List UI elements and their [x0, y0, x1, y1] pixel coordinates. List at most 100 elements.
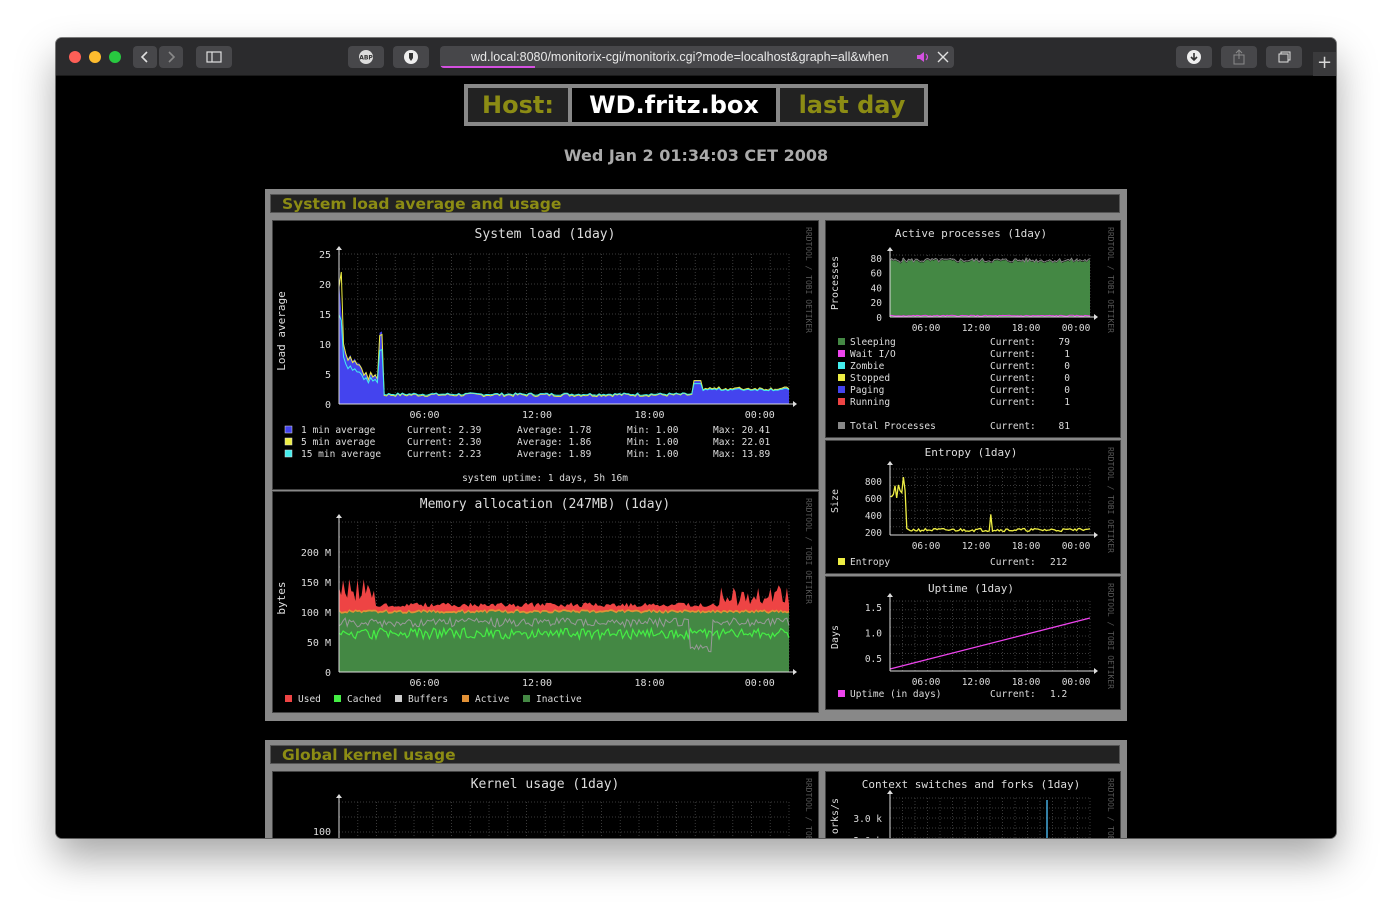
y-tick-label: 2.0 k	[853, 836, 882, 838]
y-axis-arrow	[336, 514, 342, 518]
panel-title: System load average and usage	[282, 195, 562, 213]
legend-current: Current: 2.39	[407, 425, 482, 436]
legend-label: Sleeping	[850, 337, 896, 348]
y-axis-arrow	[887, 247, 893, 251]
speaker-icon	[917, 52, 929, 62]
legend-value: 1.2	[1050, 689, 1067, 700]
adblock-button[interactable]: ABP	[348, 46, 384, 68]
privacy-button[interactable]	[393, 46, 429, 68]
y-tick-label: 200 M	[301, 548, 331, 559]
close-tab-icon[interactable]	[937, 51, 949, 63]
back-button[interactable]	[133, 46, 157, 68]
rrdtool-watermark: RRDTOOL / TOBI OETIKER	[1106, 447, 1115, 553]
sidebar-button[interactable]	[196, 46, 232, 68]
legend-swatch	[838, 350, 845, 357]
share-button[interactable]	[1221, 46, 1257, 68]
rrdtool-watermark: RRDTOOL / TOBI OETIKER	[804, 227, 813, 333]
close-window-button[interactable]	[69, 51, 81, 63]
plus-icon: +	[1316, 52, 1333, 73]
panel-title-bar: Global kernel usage	[270, 745, 1120, 764]
host-label: Host:	[468, 88, 568, 122]
legend-value: 0	[1064, 385, 1070, 396]
minimize-window-button[interactable]	[89, 51, 101, 63]
x-tick-label: 12:00	[962, 541, 991, 552]
panel-title: Global kernel usage	[282, 746, 456, 764]
system-uptime: system uptime: 1 days, 5h 16m	[462, 473, 628, 484]
graph-title: Active processes (1day)	[895, 227, 1047, 240]
kernel-usage-graph: Kernel usage (1day) RRDTOOL / TOBI OETIKE…	[272, 771, 819, 838]
x-axis-arrow	[1094, 532, 1098, 538]
y-axis-label: Days	[830, 625, 841, 649]
x-tick-label: 06:00	[912, 677, 941, 688]
legend-current: Current: 2.30	[407, 437, 482, 448]
download-icon	[1187, 50, 1201, 64]
y-axis-arrow	[336, 246, 342, 250]
legend-min: Min: 1.00	[627, 449, 679, 460]
legend-swatch	[284, 449, 293, 458]
x-axis-arrow	[1094, 668, 1098, 674]
legend-label: Uptime (in days)	[850, 689, 942, 700]
tabs-overview-button[interactable]	[1266, 46, 1302, 68]
legend-min: Min: 1.00	[627, 437, 679, 448]
y-tick-label: 0	[325, 668, 331, 679]
host-header: Host: WD.fritz.box last day	[464, 84, 928, 126]
sidebar-icon	[206, 51, 222, 63]
legend-current: Current:	[990, 397, 1036, 408]
x-tick-label: 00:00	[745, 678, 775, 689]
series-sleeping-area	[890, 259, 1090, 317]
legend-value: 1	[1064, 349, 1070, 360]
y-tick-label: 80	[871, 254, 883, 265]
graph-title: Uptime (1day)	[928, 582, 1014, 595]
zoom-window-button[interactable]	[109, 51, 121, 63]
forward-button[interactable]	[159, 46, 183, 68]
y-tick-label: 150 M	[301, 578, 331, 589]
legend-max: Max: 20.41	[713, 425, 770, 436]
legend-swatch	[462, 695, 469, 702]
y-tick-label: 0	[876, 313, 882, 324]
legend-label: 15 min average	[301, 449, 381, 460]
x-tick-label: 06:00	[912, 323, 941, 334]
legend-label: Buffers	[408, 694, 448, 705]
legend-swatch	[395, 695, 402, 702]
context-switches-graph: Context switches and forks (1day) RRDTOOL…	[825, 771, 1121, 838]
legend-label: Entropy	[850, 557, 890, 568]
memory-allocation-graph: Memory allocation (247MB) (1day) RRDTOOL …	[272, 491, 819, 713]
x-tick-label: 18:00	[1012, 541, 1041, 552]
address-bar[interactable]: wd.local:8080/monitorix-cgi/monitorix.cg…	[440, 46, 954, 68]
rrdtool-watermark: RRDTOOL / TOBI OETIKER	[804, 498, 813, 604]
legend-swatch	[838, 422, 845, 429]
legend-label: Cached	[347, 694, 381, 705]
system-load-graph: System load (1day) RRDTOOL / TOBI OETIKER…	[272, 220, 819, 490]
legend-value: 1	[1064, 397, 1070, 408]
legend-swatch	[523, 695, 530, 702]
x-axis-arrow	[793, 669, 797, 675]
period-label: last day	[780, 88, 924, 122]
y-tick-label: 400	[865, 511, 882, 522]
panel-title-bar: System load average and usage	[270, 194, 1120, 213]
legend-swatch	[838, 558, 845, 565]
legend-swatch	[838, 386, 845, 393]
x-tick-label: 18:00	[1012, 323, 1041, 334]
legend-label: Used	[298, 694, 321, 705]
x-tick-label: 06:00	[409, 678, 439, 689]
y-tick-label: 100	[313, 827, 331, 838]
url-text: wd.local:8080/monitorix-cgi/monitorix.cg…	[471, 50, 889, 64]
y-tick-label: 60	[871, 269, 883, 280]
x-tick-label: 12:00	[522, 678, 552, 689]
rrdtool-watermark: RRDTOOL / TOBI OETIKER	[1106, 227, 1115, 333]
downloads-button[interactable]	[1176, 46, 1212, 68]
rrdtool-watermark: RRDTOOL / TOBI OETIKER	[804, 778, 813, 838]
y-tick-label: 15	[319, 310, 331, 321]
legend-label: Paging	[850, 385, 884, 396]
legend-max: Max: 13.89	[713, 449, 770, 460]
share-icon	[1233, 49, 1245, 65]
x-tick-label: 06:00	[409, 410, 439, 421]
new-tab-button[interactable]: +	[1313, 52, 1336, 76]
legend-swatch	[838, 362, 845, 369]
active-processes-graph: Active processes (1day) RRDTOOL / TOBI OE…	[825, 220, 1121, 438]
kernel-usage-panel: Global kernel usage Kernel usage (1day) R…	[265, 740, 1127, 838]
rrdtool-watermark: RRDTOOL / TOBI OETIKER	[1106, 583, 1115, 689]
legend-label: Active	[475, 694, 510, 705]
legend-average: Average: 1.89	[517, 449, 592, 460]
legend-swatch	[838, 374, 845, 381]
